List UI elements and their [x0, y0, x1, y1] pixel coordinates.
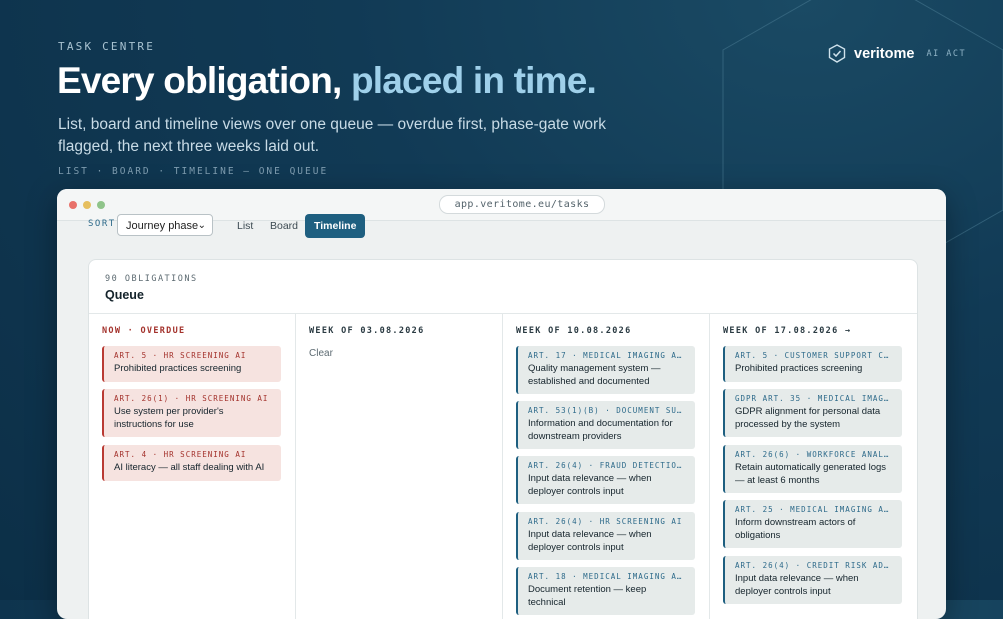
- column-empty-state: Clear: [309, 348, 333, 359]
- task-tag: ART. 26(1) · HR SCREENING AI: [114, 394, 269, 403]
- task-card[interactable]: ART. 26(6) · WORKFORCE ANALYTICS SUITE R…: [723, 445, 902, 493]
- task-card[interactable]: ART. 25 · MEDICAL IMAGING ANALYZER Infor…: [723, 500, 902, 548]
- task-card[interactable]: ART. 17 · MEDICAL IMAGING ANALYZER Quali…: [516, 346, 695, 394]
- task-card[interactable]: ART. 26(4) · FRAUD DETECTION ENGINE Inpu…: [516, 456, 695, 504]
- column-heading: WEEK OF 10.08.2026: [516, 326, 632, 336]
- timeline-column-week-1: WEEK OF 03.08.2026 Clear: [296, 314, 503, 619]
- task-title: Prohibited practices screening: [735, 363, 863, 374]
- tagline: LIST · BOARD · TIMELINE — ONE QUEUE: [58, 166, 329, 177]
- task-card[interactable]: ART. 5 · HR SCREENING AI Prohibited prac…: [102, 346, 281, 382]
- eyebrow: TASK CENTRE: [58, 40, 156, 53]
- chevron-down-icon: ⌄: [197, 220, 206, 231]
- brand: veritome AI ACT: [828, 44, 966, 63]
- headline: Every obligation, placed in time.: [57, 60, 597, 102]
- headline-main: Every obligation,: [57, 60, 342, 101]
- task-card[interactable]: ART. 5 · CUSTOMER SUPPORT CHATBOT Prohib…: [723, 346, 902, 382]
- brand-name: veritome: [854, 45, 915, 62]
- subtitle: List, board and timeline views over one …: [58, 116, 606, 155]
- task-tag: ART. 4 · HR SCREENING AI: [114, 450, 247, 459]
- task-tag: GDPR ART. 35 · MEDICAL IMAGING ANALYZER: [735, 394, 893, 403]
- task-title: Inform downstream actors of obligations: [735, 517, 856, 541]
- timeline-column-week-3: WEEK OF 17.08.2026 → ART. 5 · CUSTOMER S…: [710, 314, 917, 619]
- column-heading: WEEK OF 03.08.2026: [309, 326, 425, 336]
- view-list-button[interactable]: List: [228, 214, 262, 238]
- obligation-count: 90 OBLIGATIONS: [105, 274, 198, 284]
- task-tag: ART. 26(4) · HR SCREENING AI: [528, 517, 683, 526]
- task-title: Input data relevance — when deployer con…: [528, 529, 652, 553]
- timeline-column-week-2: WEEK OF 10.08.2026 ART. 17 · MEDICAL IMA…: [503, 314, 710, 619]
- task-tag: ART. 17 · MEDICAL IMAGING ANALYZER: [528, 351, 686, 360]
- task-title: Quality management system — established …: [528, 363, 661, 387]
- task-tag: ART. 25 · MEDICAL IMAGING ANALYZER: [735, 505, 893, 514]
- sort-select-value: Journey phase: [126, 220, 199, 232]
- task-tag: ART. 18 · MEDICAL IMAGING ANALYZER: [528, 572, 686, 581]
- task-tag: ART. 26(4) · CREDIT RISK ADVISOR: [735, 561, 893, 570]
- task-tag: ART. 5 · HR SCREENING AI: [114, 351, 247, 360]
- task-tag: ART. 26(4) · FRAUD DETECTION ENGINE: [528, 461, 686, 470]
- task-card[interactable]: GDPR ART. 35 · MEDICAL IMAGING ANALYZER …: [723, 389, 902, 437]
- task-title: GDPR alignment for personal data process…: [735, 406, 881, 430]
- headline-accent: placed in time.: [351, 60, 597, 101]
- task-tag: ART. 26(6) · WORKFORCE ANALYTICS SUITE: [735, 450, 893, 459]
- column-heading: NOW · OVERDUE: [102, 326, 186, 336]
- shield-check-icon: [828, 44, 846, 63]
- app-window: app.veritome.eu/tasks SORT Journey phase…: [57, 189, 946, 619]
- task-title: AI literacy — all staff dealing with AI: [114, 462, 265, 473]
- task-card[interactable]: ART. 18 · MEDICAL IMAGING ANALYZER Docum…: [516, 567, 695, 615]
- close-dot-icon[interactable]: [69, 201, 77, 209]
- task-card[interactable]: ART. 26(4) · CREDIT RISK ADVISOR Input d…: [723, 556, 902, 604]
- sort-label: SORT: [88, 219, 116, 229]
- task-title: Document retention — keep technical: [528, 584, 647, 608]
- queue-panel: 90 OBLIGATIONS Queue NOW · OVERDUE ART. …: [88, 259, 918, 619]
- task-title: Information and documentation for downst…: [528, 418, 673, 442]
- task-card[interactable]: ART. 53(1)(B) · DOCUMENT SUMMARIZER Info…: [516, 401, 695, 449]
- task-card[interactable]: ART. 26(4) · HR SCREENING AI Input data …: [516, 512, 695, 560]
- task-title: Input data relevance — when deployer con…: [735, 573, 859, 597]
- timeline-column-overdue: NOW · OVERDUE ART. 5 · HR SCREENING AI P…: [89, 314, 296, 619]
- task-tag: ART. 53(1)(B) · DOCUMENT SUMMARIZER: [528, 406, 686, 415]
- address-bar[interactable]: app.veritome.eu/tasks: [439, 195, 605, 214]
- maximize-dot-icon[interactable]: [97, 201, 105, 209]
- brand-product: AI ACT: [926, 48, 967, 59]
- task-card[interactable]: ART. 26(1) · HR SCREENING AI Use system …: [102, 389, 281, 437]
- view-timeline-button[interactable]: Timeline: [305, 214, 366, 238]
- timeline-columns: NOW · OVERDUE ART. 5 · HR SCREENING AI P…: [89, 313, 917, 619]
- task-title: Use system per provider's instructions f…: [114, 406, 224, 430]
- minimize-dot-icon[interactable]: [83, 201, 91, 209]
- task-card[interactable]: ART. 4 · HR SCREENING AI AI literacy — a…: [102, 445, 281, 481]
- sort-select[interactable]: Journey phase ⌄: [117, 214, 213, 236]
- task-title: Retain automatically generated logs — at…: [735, 462, 887, 486]
- column-heading: WEEK OF 17.08.2026 →: [723, 326, 852, 336]
- task-title: Prohibited practices screening: [114, 363, 242, 374]
- task-tag: ART. 5 · CUSTOMER SUPPORT CHATBOT: [735, 351, 893, 360]
- queue-title: Queue: [105, 288, 144, 302]
- toolbar: SORT Journey phase ⌄ List Board Timeline: [57, 214, 946, 240]
- view-board-button[interactable]: Board: [261, 214, 307, 238]
- task-title: Input data relevance — when deployer con…: [528, 473, 652, 497]
